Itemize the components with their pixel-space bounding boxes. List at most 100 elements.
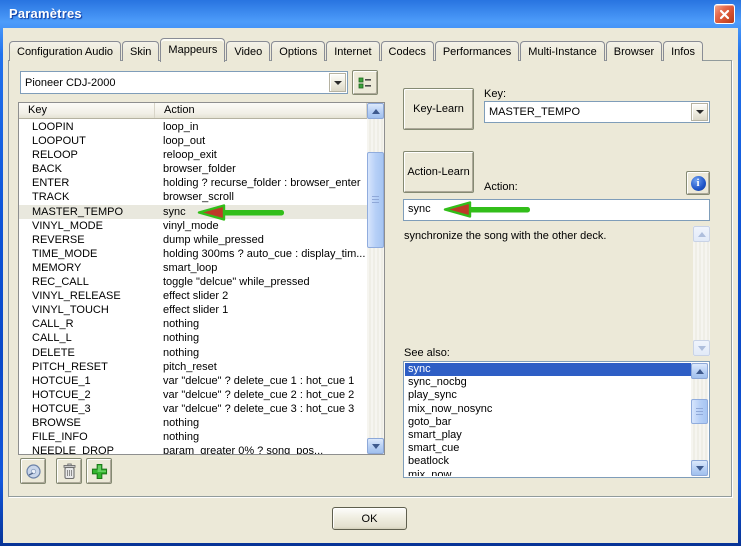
tab-mappeurs[interactable]: Mappeurs <box>160 38 225 62</box>
mapper-options-button[interactable] <box>352 70 378 95</box>
table-row[interactable]: VINYL_TOUCHeffect slider 1 <box>19 303 367 317</box>
close-button[interactable] <box>714 4 735 24</box>
table-row[interactable]: REC_CALLtoggle "delcue" while_pressed <box>19 275 367 289</box>
table-row[interactable]: VINYL_MODEvinyl_mode <box>19 219 367 233</box>
table-row[interactable]: LOOPINloop_in <box>19 120 367 134</box>
tab-performances[interactable]: Performances <box>435 41 519 61</box>
row-action: nothing <box>155 346 367 360</box>
see-also-scrollbar[interactable] <box>691 363 708 476</box>
column-header-key[interactable]: Key <box>19 103 155 118</box>
list-item[interactable]: play_sync <box>405 389 692 402</box>
row-action: nothing <box>155 416 367 430</box>
key-learn-button[interactable]: Key-Learn <box>403 88 474 130</box>
scroll-up-icon[interactable] <box>691 363 708 379</box>
key-dropdown-button[interactable] <box>691 103 708 121</box>
list-item[interactable]: mix_now <box>405 469 692 477</box>
table-scrollbar-thumb[interactable] <box>367 152 384 248</box>
mapper-select[interactable]: Pioneer CDJ-2000 <box>20 71 348 94</box>
row-action: effect slider 2 <box>155 289 367 303</box>
table-row[interactable]: MEMORYsmart_loop <box>19 261 367 275</box>
list-item[interactable]: sync <box>405 363 692 376</box>
dialog-body: Configuration AudioSkinMappeursVideoOpti… <box>3 28 738 543</box>
row-key: LOOPIN <box>19 120 155 134</box>
see-also-label: See also: <box>404 347 450 359</box>
table-row[interactable]: NEEDLE_DROPparam_greater 0% ? song_pos..… <box>19 444 367 454</box>
scroll-up-icon[interactable] <box>367 103 384 119</box>
reset-mapping-button[interactable] <box>20 458 46 484</box>
scroll-up-icon[interactable] <box>693 226 710 242</box>
tab-options[interactable]: Options <box>271 41 325 61</box>
key-select[interactable]: MASTER_TEMPO <box>484 101 710 123</box>
scroll-down-icon[interactable] <box>691 460 708 476</box>
table-row[interactable]: TRACKbrowser_scroll <box>19 190 367 204</box>
table-row[interactable]: ENTERholding ? recurse_folder : browser_… <box>19 176 367 190</box>
table-row[interactable]: BROWSEnothing <box>19 416 367 430</box>
row-action: nothing <box>155 317 367 331</box>
mapping-table-rows: LOOPINloop_inLOOPOUTloop_outRELOOPreloop… <box>19 120 367 454</box>
row-action: loop_out <box>155 134 367 148</box>
see-also-list: syncsync_nocbgplay_syncmix_now_nosyncgot… <box>403 361 710 478</box>
action-description: synchronize the song with the other deck… <box>404 230 684 242</box>
list-item[interactable]: smart_cue <box>405 442 692 455</box>
scroll-down-icon[interactable] <box>367 438 384 454</box>
row-key: HOTCUE_1 <box>19 374 155 388</box>
table-row[interactable]: VINYL_RELEASEeffect slider 2 <box>19 289 367 303</box>
row-action: smart_loop <box>155 261 367 275</box>
row-action: var "delcue" ? delete_cue 2 : hot_cue 2 <box>155 388 367 402</box>
trash-icon <box>62 463 77 480</box>
table-row[interactable]: MASTER_TEMPOsync <box>19 205 367 219</box>
table-row[interactable]: HOTCUE_3var "delcue" ? delete_cue 3 : ho… <box>19 402 367 416</box>
row-action: holding ? recurse_folder : browser_enter <box>155 176 367 190</box>
table-row[interactable]: HOTCUE_1var "delcue" ? delete_cue 1 : ho… <box>19 374 367 388</box>
list-item[interactable]: goto_bar <box>405 416 692 429</box>
table-row[interactable]: BACKbrowser_folder <box>19 162 367 176</box>
table-row[interactable]: HOTCUE_2var "delcue" ? delete_cue 2 : ho… <box>19 388 367 402</box>
row-key: LOOPOUT <box>19 134 155 148</box>
action-info-button[interactable]: i <box>686 171 710 195</box>
tab-multi-instance[interactable]: Multi-Instance <box>520 41 604 61</box>
table-row[interactable]: CALL_Rnothing <box>19 317 367 331</box>
row-action: var "delcue" ? delete_cue 1 : hot_cue 1 <box>155 374 367 388</box>
title-bar[interactable]: Paramètres <box>0 0 741 28</box>
table-scrollbar[interactable] <box>367 103 384 454</box>
table-row[interactable]: TIME_MODEholding 300ms ? auto_cue : disp… <box>19 247 367 261</box>
tab-infos[interactable]: Infos <box>663 41 703 61</box>
green-arrow-pointer <box>443 201 533 218</box>
tab-skin[interactable]: Skin <box>122 41 159 61</box>
mapper-selected-value: Pioneer CDJ-2000 <box>21 77 328 89</box>
list-item[interactable]: mix_now_nosync <box>405 403 692 416</box>
column-header-action[interactable]: Action <box>155 103 367 118</box>
mapper-dropdown-button[interactable] <box>329 73 346 92</box>
table-row[interactable]: LOOPOUTloop_out <box>19 134 367 148</box>
table-row[interactable]: REVERSEdump while_pressed <box>19 233 367 247</box>
list-item[interactable]: beatlock <box>405 455 692 468</box>
delete-mapping-button[interactable] <box>56 458 82 484</box>
tab-browser[interactable]: Browser <box>606 41 662 61</box>
row-key: REC_CALL <box>19 275 155 289</box>
row-key: MASTER_TEMPO <box>19 205 155 219</box>
mapping-table: Key Action LOOPINloop_inLOOPOUTloop_outR… <box>18 102 385 455</box>
add-mapping-button[interactable] <box>86 458 112 484</box>
table-row[interactable]: CALL_Lnothing <box>19 331 367 345</box>
list-item[interactable]: sync_nocbg <box>405 376 692 389</box>
tab-video[interactable]: Video <box>226 41 270 61</box>
table-row[interactable]: RELOOPreloop_exit <box>19 148 367 162</box>
description-scrollbar[interactable] <box>693 226 710 356</box>
list-item[interactable]: smart_play <box>405 429 692 442</box>
row-action: nothing <box>155 331 367 345</box>
tab-configuration-audio[interactable]: Configuration Audio <box>9 41 121 61</box>
scroll-down-icon[interactable] <box>693 340 710 356</box>
see-also-scrollbar-thumb[interactable] <box>691 399 708 424</box>
tab-internet[interactable]: Internet <box>326 41 379 61</box>
row-key: ENTER <box>19 176 155 190</box>
row-key: PITCH_RESET <box>19 360 155 374</box>
action-learn-button[interactable]: Action-Learn <box>403 151 474 193</box>
row-action: pitch_reset <box>155 360 367 374</box>
table-row[interactable]: PITCH_RESETpitch_reset <box>19 360 367 374</box>
ok-button[interactable]: OK <box>332 507 407 530</box>
table-row[interactable]: DELETEnothing <box>19 346 367 360</box>
table-row[interactable]: FILE_INFOnothing <box>19 430 367 444</box>
tab-codecs[interactable]: Codecs <box>381 41 434 61</box>
close-icon <box>719 9 730 20</box>
key-label: Key: <box>484 88 506 100</box>
